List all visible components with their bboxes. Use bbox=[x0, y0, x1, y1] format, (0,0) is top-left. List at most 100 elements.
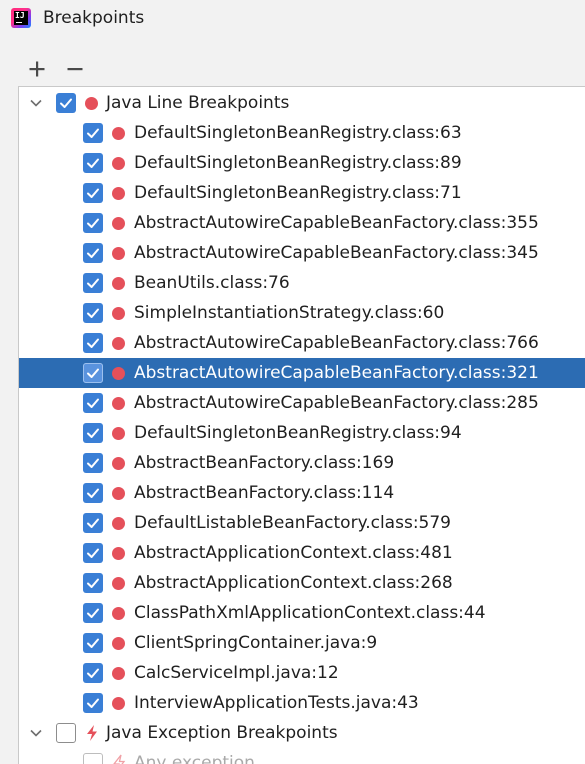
group-label: Java Exception Breakpoints bbox=[106, 723, 338, 743]
breakpoint-dot-icon bbox=[112, 157, 125, 170]
checkmark-icon bbox=[87, 248, 99, 258]
breakpoint-row[interactable]: DefaultSingletonBeanRegistry.class:89 bbox=[19, 148, 585, 178]
breakpoint-row[interactable]: DefaultSingletonBeanRegistry.class:71 bbox=[19, 178, 585, 208]
breakpoint-label: DefaultSingletonBeanRegistry.class:89 bbox=[134, 153, 462, 173]
breakpoint-row[interactable]: AbstractApplicationContext.class:268 bbox=[19, 568, 585, 598]
breakpoint-checkbox[interactable] bbox=[83, 123, 103, 143]
checkmark-icon bbox=[87, 398, 99, 408]
breakpoint-label: InterviewApplicationTests.java:43 bbox=[134, 693, 419, 713]
breakpoint-dot-icon bbox=[112, 397, 125, 410]
breakpoint-checkbox[interactable] bbox=[83, 453, 103, 473]
checkmark-icon bbox=[87, 488, 99, 498]
breakpoint-label: AbstractApplicationContext.class:481 bbox=[134, 543, 453, 563]
breakpoint-row[interactable]: BeanUtils.class:76 bbox=[19, 268, 585, 298]
breakpoint-checkbox[interactable] bbox=[83, 753, 103, 764]
group-row[interactable]: Java Line Breakpoints bbox=[19, 88, 585, 118]
breakpoint-checkbox[interactable] bbox=[83, 573, 103, 593]
minus-icon bbox=[67, 68, 83, 71]
breakpoint-label: ClassPathXmlApplicationContext.class:44 bbox=[134, 603, 486, 623]
checkmark-icon bbox=[87, 638, 99, 648]
breakpoint-row[interactable]: AbstractAutowireCapableBeanFactory.class… bbox=[19, 208, 585, 238]
breakpoint-dot-icon bbox=[112, 307, 125, 320]
breakpoint-dot-icon bbox=[112, 337, 125, 350]
breakpoint-dot-icon bbox=[112, 637, 125, 650]
breakpoint-label: ClientSpringContainer.java:9 bbox=[134, 633, 378, 653]
checkmark-icon bbox=[60, 98, 72, 108]
checkmark-icon bbox=[87, 428, 99, 438]
breakpoint-checkbox[interactable] bbox=[83, 393, 103, 413]
breakpoint-row[interactable]: AbstractBeanFactory.class:169 bbox=[19, 448, 585, 478]
breakpoint-row[interactable]: AbstractBeanFactory.class:114 bbox=[19, 478, 585, 508]
breakpoint-checkbox[interactable] bbox=[83, 273, 103, 293]
breakpoint-checkbox[interactable] bbox=[83, 153, 103, 173]
breakpoint-row[interactable]: CalcServiceImpl.java:12 bbox=[19, 658, 585, 688]
breakpoint-label: DefaultListableBeanFactory.class:579 bbox=[134, 513, 451, 533]
breakpoint-row[interactable]: AbstractAutowireCapableBeanFactory.class… bbox=[19, 388, 585, 418]
breakpoint-checkbox[interactable] bbox=[83, 423, 103, 443]
breakpoint-row[interactable]: SimpleInstantiationStrategy.class:60 bbox=[19, 298, 585, 328]
checkmark-icon bbox=[87, 338, 99, 348]
breakpoint-dot-icon bbox=[112, 187, 125, 200]
add-breakpoint-button[interactable] bbox=[24, 56, 50, 82]
breakpoint-dot-icon bbox=[112, 667, 125, 680]
breakpoint-row-selected[interactable]: AbstractAutowireCapableBeanFactory.class… bbox=[19, 358, 585, 388]
group-row[interactable]: Java Exception Breakpoints bbox=[19, 718, 585, 748]
breakpoint-row[interactable]: ClassPathXmlApplicationContext.class:44 bbox=[19, 598, 585, 628]
breakpoint-checkbox[interactable] bbox=[83, 213, 103, 233]
breakpoint-checkbox[interactable] bbox=[83, 513, 103, 533]
breakpoint-row[interactable]: AbstractAutowireCapableBeanFactory.class… bbox=[19, 238, 585, 268]
breakpoint-dot-icon bbox=[112, 367, 125, 380]
checkmark-icon bbox=[87, 518, 99, 528]
breakpoint-label: DefaultSingletonBeanRegistry.class:94 bbox=[134, 423, 462, 443]
breakpoint-label: AbstractAutowireCapableBeanFactory.class… bbox=[134, 393, 539, 413]
checkmark-icon bbox=[87, 278, 99, 288]
breakpoint-label: AbstractApplicationContext.class:268 bbox=[134, 573, 453, 593]
breakpoint-dot-icon bbox=[112, 247, 125, 260]
breakpoint-row[interactable]: ClientSpringContainer.java:9 bbox=[19, 628, 585, 658]
checkmark-icon bbox=[87, 458, 99, 468]
breakpoint-row[interactable]: DefaultListableBeanFactory.class:579 bbox=[19, 508, 585, 538]
window-title: Breakpoints bbox=[43, 8, 145, 28]
breakpoint-label: BeanUtils.class:76 bbox=[134, 273, 290, 293]
group-checkbox[interactable] bbox=[56, 723, 76, 743]
checkmark-icon bbox=[87, 158, 99, 168]
remove-breakpoint-button[interactable] bbox=[62, 56, 88, 82]
checkmark-icon bbox=[87, 188, 99, 198]
breakpoint-checkbox[interactable] bbox=[83, 693, 103, 713]
breakpoint-checkbox[interactable] bbox=[83, 633, 103, 653]
checkmark-icon bbox=[87, 308, 99, 318]
breakpoints-tree[interactable]: Java Line Breakpoints DefaultSingletonBea… bbox=[18, 86, 585, 764]
group-checkbox[interactable] bbox=[56, 93, 76, 113]
breakpoint-dot-icon bbox=[112, 517, 125, 530]
checkmark-icon bbox=[87, 578, 99, 588]
breakpoint-checkbox[interactable] bbox=[83, 483, 103, 503]
group-label: Java Line Breakpoints bbox=[106, 93, 290, 113]
checkmark-icon bbox=[87, 548, 99, 558]
breakpoint-dot-icon bbox=[112, 487, 125, 500]
breakpoint-label: AbstractAutowireCapableBeanFactory.class… bbox=[134, 243, 539, 263]
breakpoint-label: SimpleInstantiationStrategy.class:60 bbox=[134, 303, 445, 323]
breakpoint-checkbox[interactable] bbox=[83, 363, 103, 383]
breakpoint-checkbox[interactable] bbox=[83, 603, 103, 623]
breakpoint-row[interactable]: Any exception bbox=[19, 748, 585, 764]
breakpoint-checkbox[interactable] bbox=[83, 243, 103, 263]
breakpoint-checkbox[interactable] bbox=[83, 663, 103, 683]
breakpoint-checkbox[interactable] bbox=[83, 543, 103, 563]
checkmark-icon bbox=[87, 608, 99, 618]
breakpoint-checkbox[interactable] bbox=[83, 183, 103, 203]
breakpoint-row[interactable]: InterviewApplicationTests.java:43 bbox=[19, 688, 585, 718]
breakpoint-dot-icon bbox=[85, 97, 98, 110]
breakpoint-dot-icon bbox=[112, 577, 125, 590]
chevron-down-icon[interactable] bbox=[29, 726, 43, 740]
breakpoint-row[interactable]: DefaultSingletonBeanRegistry.class:94 bbox=[19, 418, 585, 448]
checkmark-icon bbox=[87, 218, 99, 228]
breakpoint-row[interactable]: AbstractApplicationContext.class:481 bbox=[19, 538, 585, 568]
breakpoint-row[interactable]: DefaultSingletonBeanRegistry.class:63 bbox=[19, 118, 585, 148]
chevron-down-icon[interactable] bbox=[29, 96, 43, 110]
breakpoint-label: AbstractAutowireCapableBeanFactory.class… bbox=[134, 363, 539, 383]
breakpoint-checkbox[interactable] bbox=[83, 303, 103, 323]
checkmark-icon bbox=[87, 698, 99, 708]
breakpoint-row[interactable]: AbstractAutowireCapableBeanFactory.class… bbox=[19, 328, 585, 358]
breakpoint-checkbox[interactable] bbox=[83, 333, 103, 353]
plus-icon bbox=[29, 61, 45, 77]
